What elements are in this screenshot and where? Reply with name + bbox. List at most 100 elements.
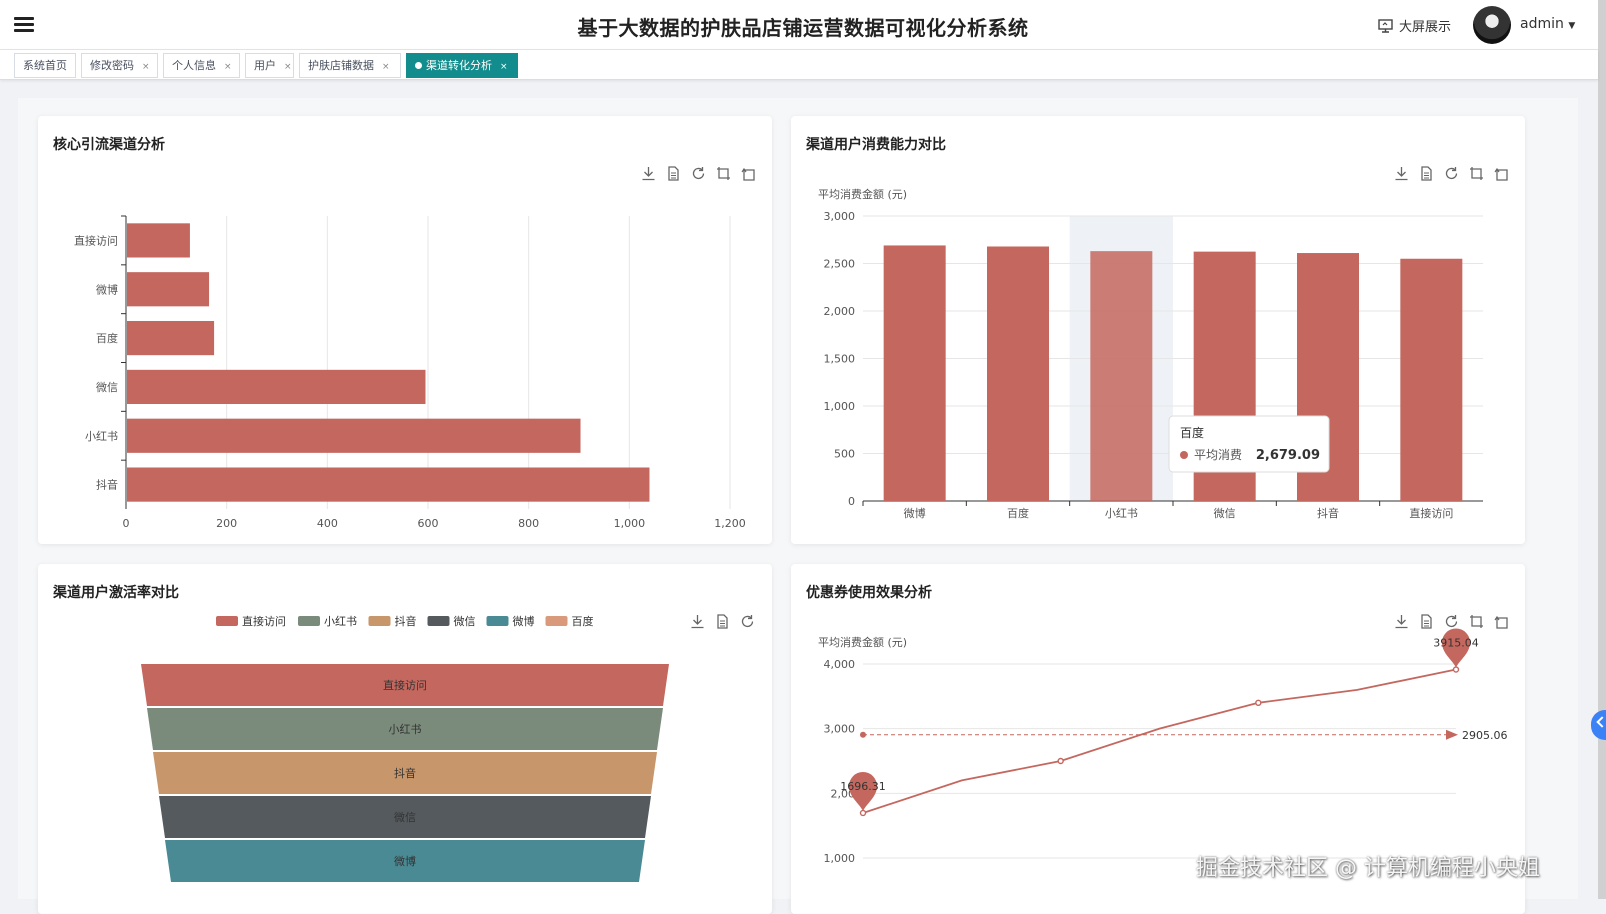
bar <box>127 418 581 453</box>
tab-label: 用户 <box>254 59 276 72</box>
user-name: admin <box>1520 16 1564 32</box>
max-mark-point: 3915.04 <box>1433 628 1479 668</box>
min-mark-point: 1696.31 <box>840 771 886 811</box>
mark-line-start <box>860 731 866 738</box>
x-tick-label: 200 <box>216 517 237 530</box>
x-tick-label: 1,200 <box>714 517 746 530</box>
bigscreen-label: 大屏展示 <box>1399 20 1452 35</box>
bigscreen-button[interactable]: 大屏展示 <box>1378 16 1451 35</box>
bar <box>127 272 210 307</box>
legend-swatch <box>486 616 509 626</box>
monitor-icon <box>1378 18 1393 33</box>
legend-label: 百度 <box>572 614 594 628</box>
y-tick-label: 2,500 <box>824 258 856 271</box>
bar <box>883 245 946 501</box>
tab-close-icon[interactable]: × <box>224 62 232 72</box>
data-point <box>1255 699 1262 707</box>
pin-label: 3915.04 <box>1433 636 1479 649</box>
y-tick-label: 微信 <box>96 380 118 394</box>
x-tick-label: 小红书 <box>1105 507 1138 520</box>
legend-swatch <box>368 616 391 626</box>
funnel-label: 小红书 <box>389 723 422 736</box>
float-toggle-button[interactable] <box>1591 710 1606 740</box>
x-tick-label: 百度 <box>1007 506 1029 520</box>
tab-item[interactable]: 用户 × <box>245 53 294 78</box>
legend-swatch <box>216 616 238 626</box>
y-axis-title: 平均消费金额 (元) <box>818 635 907 649</box>
y-tick-label: 500 <box>834 448 855 461</box>
y-tick-label: 3,000 <box>824 210 856 223</box>
tab-label: 渠道转化分析 <box>426 59 492 72</box>
card-channel-spending: 渠道用户消费能力对比 平均消费金额 (元) 0 500 1,000 1,500 2,000… <box>791 116 1525 544</box>
y-tick-label: 1,000 <box>824 400 856 413</box>
y-axis-title: 平均消费金额 (元) <box>818 187 907 201</box>
tab-label: 修改密码 <box>90 59 134 72</box>
tooltip-marker <box>1180 451 1188 459</box>
tab-label: 系统首页 <box>23 59 67 72</box>
y-tick-label: 3,000 <box>824 723 856 736</box>
y-tick-label: 抖音 <box>96 478 118 492</box>
tab-item[interactable]: 渠道转化分析 × <box>406 53 518 78</box>
mark-line-label: 2905.06 <box>1462 729 1508 742</box>
data-point <box>1452 666 1460 673</box>
data-point <box>1057 757 1064 765</box>
bar <box>1400 258 1463 501</box>
legend-swatch <box>298 616 320 626</box>
bar <box>127 369 426 405</box>
funnel-label: 微信 <box>394 810 416 824</box>
tab-close-icon[interactable]: × <box>142 62 150 72</box>
x-tick-label: 直接访问 <box>1409 506 1453 520</box>
user-menu[interactable]: admin ▼ <box>1520 16 1575 32</box>
avatar[interactable] <box>1473 6 1511 44</box>
active-dot-icon <box>415 62 422 69</box>
dashboard-content: 核心引流渠道分析 0 200 400 600 800 1,000 1,200 直接访问 微博 百度… <box>18 98 1578 914</box>
tab-label: 护肤店铺数据 <box>308 59 374 72</box>
chart-channel-spending: 平均消费金额 (元) 0 500 1,000 1,500 2,000 2,500 3,000 微… <box>818 187 1483 520</box>
tab-item[interactable]: 护肤店铺数据 × <box>299 53 401 78</box>
bar <box>127 467 650 502</box>
tab-item[interactable]: 个人信息 × <box>163 53 240 78</box>
tooltip: 百度平均消费 2,679.09 <box>1168 415 1330 473</box>
tab-close-icon[interactable]: × <box>500 62 508 72</box>
legend-swatch <box>427 616 450 626</box>
y-tick-label: 0 <box>848 495 855 508</box>
watermark: 掘金技术社区 @ 计算机编程小央姐 <box>1196 856 1540 881</box>
tags-view: 系统首页 修改密码 × 个人信息 × 用户 × 护肤店铺数据 × 渠道转化分析 × <box>0 50 1598 80</box>
y-tick-label: 1,500 <box>824 353 856 366</box>
funnel-label: 微博 <box>394 854 416 868</box>
page-scrollbar[interactable] <box>1598 0 1606 899</box>
page-title: 基于大数据的护肤品店铺运营数据可视化分析系统 <box>577 16 1029 40</box>
x-tick-label: 1,000 <box>614 517 646 530</box>
chart-traffic-channels: 0 200 400 600 800 1,000 1,200 直接访问微博百度微信小红书抖音 <box>74 215 746 530</box>
x-tick-label: 微博 <box>904 506 926 520</box>
funnel-label: 直接访问 <box>383 678 427 692</box>
series-line <box>862 668 1457 814</box>
tooltip-category: 百度 <box>1180 425 1204 440</box>
x-tick-label: 600 <box>418 517 439 530</box>
tooltip-box <box>1168 415 1330 473</box>
bar <box>1090 251 1153 501</box>
y-tick-label: 直接访问 <box>74 233 118 247</box>
card-traffic-channels: 核心引流渠道分析 0 200 400 600 800 1,000 1,200 直接访问 微博 百度… <box>38 116 772 544</box>
tab-item[interactable]: 系统首页 <box>14 53 76 78</box>
tab-close-icon[interactable]: × <box>284 62 292 72</box>
tooltip-value: 2,679.09 <box>1256 448 1320 463</box>
funnel-label: 抖音 <box>394 766 416 780</box>
top-header: 基于大数据的护肤品店铺运营数据可视化分析系统 大屏展示 admin ▼ <box>0 0 1606 50</box>
mark-line-arrow <box>1446 729 1458 740</box>
y-tick-label: 1,000 <box>824 852 856 865</box>
tab-item[interactable]: 修改密码 × <box>81 53 158 78</box>
legend-label: 小红书 <box>324 615 357 628</box>
tab-close-icon[interactable]: × <box>382 62 390 72</box>
y-tick-label: 小红书 <box>85 430 118 443</box>
bar <box>987 246 1049 501</box>
x-tick-label: 800 <box>518 517 539 530</box>
x-tick-label: 400 <box>317 517 338 530</box>
y-tick-label: 2,000 <box>824 305 856 318</box>
legend-label: 微博 <box>513 614 535 628</box>
tooltip-series: 平均消费 <box>1194 448 1242 462</box>
legend-label: 抖音 <box>395 614 417 628</box>
y-tick-label: 微博 <box>96 282 118 296</box>
legend-swatch <box>545 616 568 626</box>
x-tick-label: 0 <box>123 517 130 530</box>
